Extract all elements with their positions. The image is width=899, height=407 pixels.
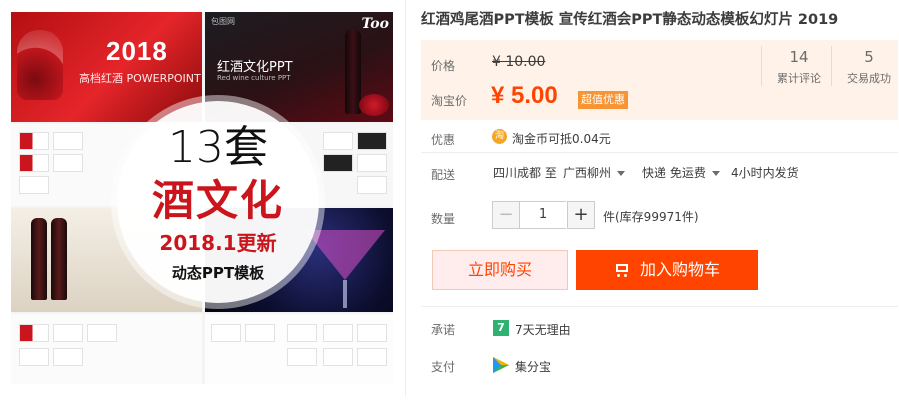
- slide-thumb: [19, 324, 49, 342]
- sales-count-number: 5: [864, 48, 874, 66]
- wine-bottle-illustration: [51, 218, 67, 300]
- slide-thumb: [357, 176, 387, 194]
- slide-title: 红酒文化PPT: [217, 60, 293, 75]
- slide-preview-red: 2018 高档红酒 POWERPOINT: [11, 12, 202, 122]
- stat-divider: [831, 46, 832, 86]
- slide-thumb: [287, 324, 317, 342]
- divider: [421, 152, 898, 153]
- slide-thumb: [211, 324, 241, 342]
- buy-now-button[interactable]: 立即购买: [432, 250, 568, 290]
- review-count[interactable]: 14 累计评论: [769, 48, 829, 86]
- badge-update-text: 2018.1更新: [159, 231, 277, 255]
- chevron-down-icon: [711, 171, 720, 176]
- sales-count: 5 交易成功: [839, 48, 899, 86]
- shipping-label: 配送: [431, 168, 456, 182]
- add-to-cart-button[interactable]: 加入购物车: [576, 250, 758, 290]
- badge-sub-text: 动态PPT模板: [171, 264, 265, 282]
- jifenbao-icon: [493, 357, 509, 373]
- review-count-number: 14: [789, 48, 809, 66]
- badge-count: 13套: [168, 122, 268, 173]
- promo-badge: 13套 酒文化 2018.1更新 动态PPT模板: [117, 101, 319, 303]
- guarantee-label: 承诺: [431, 323, 456, 337]
- discount-tag: 超值优惠: [578, 91, 628, 109]
- slide-thumb: [323, 348, 353, 366]
- quantity-input[interactable]: 1: [520, 201, 566, 229]
- too-logo: Too: [361, 16, 390, 32]
- product-title: 红酒鸡尾酒PPT模板 宣传红酒会PPT静态动态模板幻灯片 2019: [421, 12, 839, 28]
- slide-thumb: [19, 132, 49, 150]
- dispatch-time: 4小时内发货: [731, 166, 799, 180]
- slide-thumb: [287, 348, 317, 366]
- rose-illustration: [359, 94, 389, 116]
- badge-main-text: 酒文化: [151, 176, 284, 225]
- slide-thumb: [357, 154, 387, 172]
- taobao-coin-icon: 淘: [492, 129, 507, 144]
- price-label: 价格: [431, 59, 456, 73]
- site-watermark: 包图网: [211, 17, 235, 26]
- slide-thumb: [357, 348, 387, 366]
- quantity-label: 数量: [431, 212, 456, 226]
- slide-thumb: [357, 324, 387, 342]
- shipping-method-selector[interactable]: 快递 免运费: [642, 164, 720, 181]
- wine-bottle-illustration: [31, 218, 47, 300]
- slide-thumbnails-bottom-left: [11, 314, 202, 384]
- slide-thumb: [323, 154, 353, 172]
- guarantee-text[interactable]: 7天无理由: [515, 321, 571, 338]
- divider: [421, 306, 898, 307]
- slide-year: 2018: [106, 36, 168, 66]
- sale-price: ¥ 5.00: [491, 82, 558, 109]
- slide-thumb: [53, 348, 83, 366]
- cart-icon: [614, 264, 630, 277]
- slide-thumbnails-bottom-right: [205, 314, 393, 384]
- price-panel: 价格 ¥ 10.00 淘宝价 ¥ 5.00 超值优惠 14 累计评论 5 交易成…: [421, 40, 898, 120]
- sales-count-label: 交易成功: [847, 72, 891, 85]
- promo-label: 优惠: [431, 133, 456, 147]
- promo-text: 淘金币可抵0.04元: [512, 132, 611, 146]
- product-collage: 2018 高档红酒 POWERPOINT 包图网 Too 红酒文化PPT Red…: [11, 12, 393, 384]
- slide-thumb: [19, 348, 49, 366]
- wine-glass-illustration: [17, 30, 63, 100]
- ship-from: 四川成都 至: [493, 166, 557, 180]
- slide-thumb: [19, 176, 49, 194]
- shipping-method-text: 快递 免运费: [642, 166, 706, 180]
- slide-english-subtitle: Red wine culture PPT: [217, 74, 291, 82]
- chevron-down-icon: [617, 171, 626, 176]
- ship-to-selector[interactable]: 广西柳州: [563, 164, 626, 181]
- slide-thumb: [323, 324, 353, 342]
- stat-divider: [761, 46, 762, 86]
- stock-info: 件(库存99971件): [603, 210, 699, 224]
- quantity-increase-button[interactable]: +: [567, 201, 595, 229]
- slide-thumb: [323, 132, 353, 150]
- slide-thumb: [87, 324, 117, 342]
- original-price: ¥ 10.00: [492, 54, 546, 70]
- slide-thumb: [357, 132, 387, 150]
- slide-subtitle: 高档红酒 POWERPOINT: [79, 72, 201, 85]
- payment-method-text: 集分宝: [515, 360, 552, 374]
- seven-day-return-icon: 7: [493, 320, 509, 336]
- slide-thumb: [19, 154, 49, 172]
- add-to-cart-label: 加入购物车: [639, 260, 720, 279]
- quantity-decrease-button[interactable]: −: [492, 201, 520, 229]
- slide-thumb: [53, 132, 83, 150]
- product-image[interactable]: 2018 高档红酒 POWERPOINT 包图网 Too 红酒文化PPT Red…: [0, 0, 406, 397]
- cocktail-stem-illustration: [343, 280, 347, 308]
- sale-price-label: 淘宝价: [431, 94, 468, 108]
- review-count-label: 累计评论: [777, 72, 821, 85]
- slide-thumb: [53, 154, 83, 172]
- slide-thumb: [245, 324, 275, 342]
- ship-to-text: 广西柳州: [563, 166, 612, 180]
- slide-thumb: [53, 324, 83, 342]
- payment-label: 支付: [431, 360, 456, 374]
